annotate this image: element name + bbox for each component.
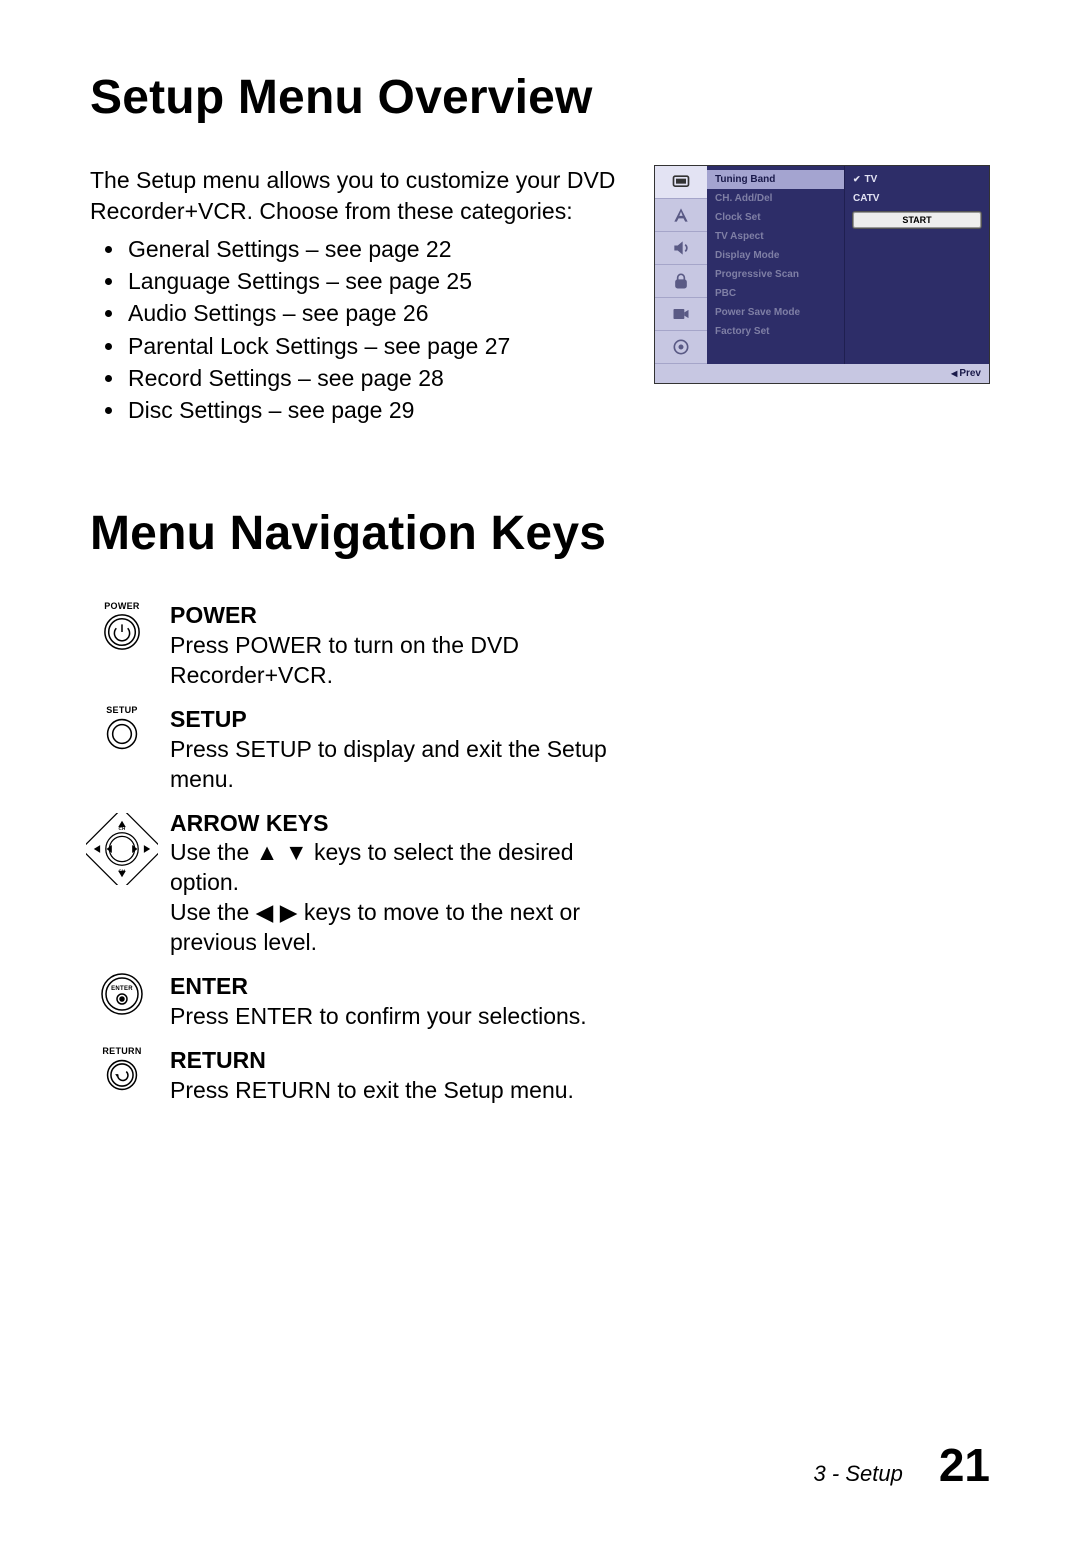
osd-footer: ◀Prev	[655, 364, 989, 383]
return-button-icon: RETURN	[90, 1046, 154, 1092]
osd-start-button: START	[853, 212, 981, 228]
key-title: SETUP	[170, 705, 620, 735]
intro-text: The Setup menu allows you to customize y…	[90, 165, 622, 227]
osd-menu-item: CH. Add/Del	[707, 189, 844, 208]
osd-cat-audio-icon	[655, 232, 707, 265]
key-title: ARROW KEYS	[170, 809, 620, 839]
triangle-down-icon: ▼	[285, 839, 308, 865]
icon-caption: SETUP	[106, 705, 138, 715]
osd-menu-item: Tuning Band	[707, 170, 844, 189]
osd-menu-item: Clock Set	[707, 208, 844, 227]
osd-cat-record-icon	[655, 298, 707, 331]
arrow-keys-icon: CH CH	[90, 809, 154, 885]
key-body: Press ENTER to confirm your selections.	[170, 1002, 620, 1032]
intro-item: Audio Settings – see page 26	[126, 297, 622, 329]
text-fragment: Use the	[170, 839, 256, 865]
text-fragment: Use the	[170, 899, 256, 925]
intro-list: General Settings – see page 22 Language …	[90, 233, 622, 426]
osd-menu-item: Progressive Scan	[707, 265, 844, 284]
key-body: Use the ▲ ▼ keys to select the desired o…	[170, 838, 620, 898]
svg-text:ENTER: ENTER	[111, 986, 133, 992]
power-button-icon: POWER	[90, 601, 154, 651]
key-title: POWER	[170, 601, 620, 631]
osd-cat-disc-icon	[655, 331, 707, 364]
heading-nav-keys: Menu Navigation Keys	[90, 506, 990, 561]
osd-cat-language-icon	[655, 199, 707, 232]
intro-item: General Settings – see page 22	[126, 233, 622, 265]
triangle-right-icon: ▶	[280, 899, 298, 925]
osd-menu-item: PBC	[707, 284, 844, 303]
key-body: Press SETUP to display and exit the Setu…	[170, 735, 620, 795]
osd-menu-item: TV Aspect	[707, 227, 844, 246]
osd-footer-label: Prev	[959, 368, 981, 379]
svg-text:CH: CH	[118, 826, 125, 831]
osd-value-label: TV	[865, 174, 878, 185]
enter-button-icon: ENTER	[90, 972, 154, 1016]
intro-item: Language Settings – see page 25	[126, 265, 622, 297]
intro-item: Disc Settings – see page 29	[126, 394, 622, 426]
triangle-left-icon: ◀	[951, 369, 957, 378]
osd-cat-general-icon	[655, 166, 707, 199]
osd-value-column: ✔ TV CATV START	[845, 166, 989, 364]
intro-item: Parental Lock Settings – see page 27	[126, 330, 622, 362]
osd-menu-item: Factory Set	[707, 322, 844, 341]
heading-setup-overview: Setup Menu Overview	[90, 70, 990, 125]
osd-value-label: CATV	[853, 193, 879, 204]
key-body: Use the ◀ ▶ keys to move to the next or …	[170, 898, 620, 958]
osd-menu-item: Display Mode	[707, 246, 844, 265]
footer-page-number: 21	[939, 1438, 990, 1492]
icon-caption: POWER	[104, 601, 140, 611]
icon-caption: RETURN	[102, 1046, 141, 1056]
check-icon: ✔	[853, 174, 861, 185]
triangle-left-icon: ◀	[256, 899, 274, 925]
osd-menu-item: Power Save Mode	[707, 303, 844, 322]
osd-menu-column: Tuning Band CH. Add/Del Clock Set TV Asp…	[707, 166, 845, 364]
key-title: ENTER	[170, 972, 620, 1002]
intro-item: Record Settings – see page 28	[126, 362, 622, 394]
key-body: Press RETURN to exit the Setup menu.	[170, 1076, 620, 1106]
osd-cat-lock-icon	[655, 265, 707, 298]
triangle-up-icon: ▲	[256, 839, 279, 865]
footer-chapter: 3 - Setup	[814, 1461, 903, 1487]
osd-value-catv: CATV	[845, 189, 989, 208]
osd-category-column	[655, 166, 707, 364]
osd-value-tv: ✔ TV	[845, 170, 989, 189]
key-title: RETURN	[170, 1046, 620, 1076]
key-body: Press POWER to turn on the DVD Recorder+…	[170, 631, 620, 691]
osd-screenshot: Tuning Band CH. Add/Del Clock Set TV Asp…	[654, 165, 990, 384]
svg-text:CH: CH	[118, 868, 125, 873]
setup-button-icon: SETUP	[90, 705, 154, 751]
